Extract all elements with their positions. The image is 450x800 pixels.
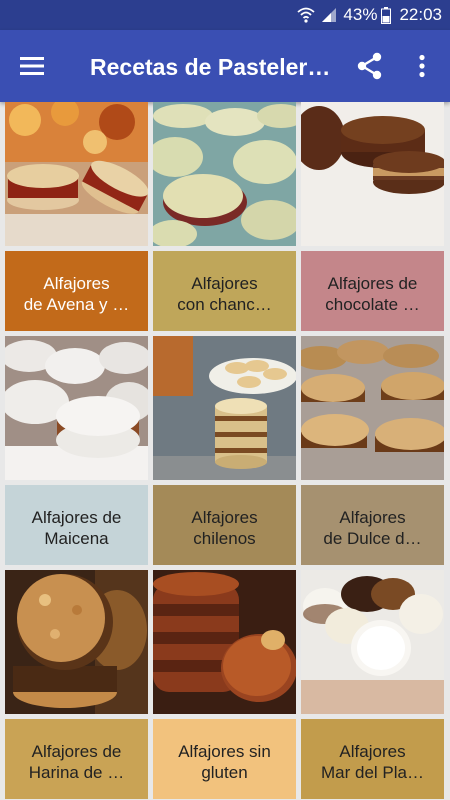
recipe-card-4[interactable]: Alfajores chilenos <box>153 336 296 565</box>
recipe-title-line1: Alfajores <box>191 507 258 527</box>
recipe-title-line2: de Avena y … <box>23 294 130 314</box>
wifi-icon <box>297 7 316 23</box>
app-bar: Recetas de Pasteler… <box>0 30 450 102</box>
recipe-caption: Alfajores con chanc… <box>153 251 296 331</box>
recipe-image <box>5 336 148 480</box>
share-icon <box>357 52 382 80</box>
recipe-image <box>5 102 148 246</box>
recipe-title-line1: Alfajores <box>191 273 258 293</box>
recipe-caption: Alfajores chilenos <box>153 485 296 565</box>
more-options-button[interactable] <box>404 48 440 84</box>
recipe-caption: Alfajores de Avena y … <box>5 251 148 331</box>
recipe-image <box>301 336 444 480</box>
recipe-title-line2: Maicena <box>44 528 109 548</box>
recipe-title-line2: de Dulce d… <box>323 528 422 548</box>
recipe-caption: Alfajores de Dulce d… <box>301 485 444 565</box>
recipe-caption: Alfajores de Harina de … <box>5 719 148 799</box>
recipe-card-0[interactable]: Alfajores de Avena y … <box>5 102 148 331</box>
recipe-title-line1: Alfajores de <box>31 507 122 527</box>
recipe-card-5[interactable]: Alfajores de Dulce d… <box>301 336 444 565</box>
recipe-card-8[interactable]: Alfajores Mar del Pla… <box>301 570 444 799</box>
recipe-title-line1: Alfajores de <box>31 741 122 761</box>
recipe-title-line1: Alfajores <box>339 741 406 761</box>
clock: 22:03 <box>399 5 442 24</box>
recipe-image <box>301 102 444 246</box>
recipe-image <box>153 102 296 248</box>
recipe-caption: Alfajores Mar del Pla… <box>301 719 444 799</box>
signal-icon <box>321 7 337 23</box>
recipe-card-2[interactable]: Alfajores de chocolate … <box>301 102 444 331</box>
recipe-title-line2: Harina de … <box>28 762 125 782</box>
recipe-title-line2: gluten <box>201 762 248 782</box>
recipe-caption: Alfajores de Maicena <box>5 485 148 565</box>
app-title: Recetas de Pasteler… <box>90 54 331 80</box>
recipe-title-line1: Alfajores de <box>327 273 418 293</box>
recipe-title-line2: chocolate … <box>325 294 420 314</box>
recipe-caption: Alfajores de chocolate … <box>301 251 444 331</box>
recipe-image <box>301 570 444 714</box>
recipe-card-6[interactable]: Alfajores de Harina de … <box>5 570 148 799</box>
recipe-image <box>5 570 148 714</box>
recipe-title-line1: Alfajores <box>43 273 110 293</box>
menu-button[interactable] <box>14 48 50 84</box>
recipe-title-line2: Mar del Pla… <box>321 762 424 782</box>
recipe-title-line1: Alfajores <box>339 507 406 527</box>
recipe-image <box>153 336 296 480</box>
recipe-title-line2: con chanc… <box>177 294 272 314</box>
status-bar: 43% 22:03 <box>0 0 450 30</box>
recipe-card-1[interactable]: Alfajores con chanc… <box>153 102 296 331</box>
recipe-card-7[interactable]: Alfajores sin gluten <box>153 570 296 799</box>
share-button[interactable] <box>352 48 388 84</box>
recipe-caption: Alfajores sin gluten <box>153 719 296 799</box>
recipe-card-3[interactable]: Alfajores de Maicena <box>5 336 148 565</box>
battery-icon <box>381 6 392 24</box>
recipe-image <box>153 570 296 714</box>
more-vert-icon <box>419 54 425 78</box>
hamburger-menu-icon <box>20 57 44 75</box>
recipe-grid: Alfajores de Avena y … Alfajores con cha… <box>5 102 444 799</box>
battery-level: 43% <box>343 5 378 24</box>
recipe-title-line2: chilenos <box>193 528 256 548</box>
recipe-title-line1: Alfajores sin <box>178 741 271 761</box>
